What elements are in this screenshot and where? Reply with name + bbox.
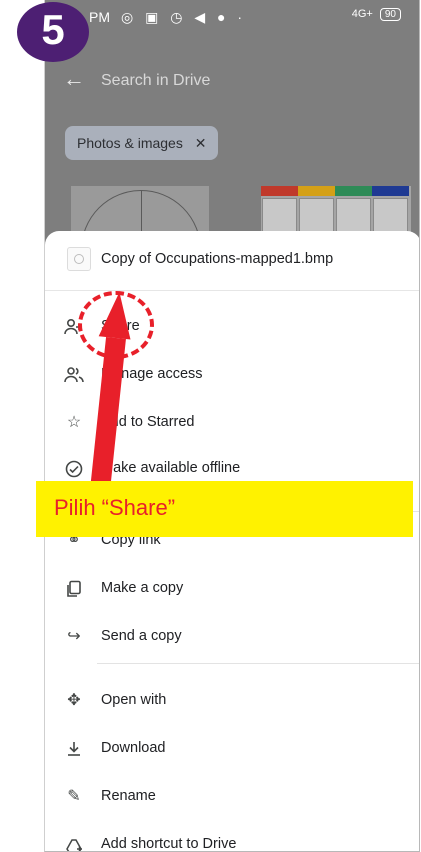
instruction-callout: Pilih “Share” xyxy=(36,481,413,537)
close-icon[interactable]: ✕ xyxy=(195,135,207,151)
rename-icon: ✎ xyxy=(67,788,81,805)
star-icon: ☆ xyxy=(66,414,82,431)
menu-item-open-with[interactable]: ✥ Open with xyxy=(45,677,419,725)
offline-icon xyxy=(64,459,84,479)
status-bar: PM ◎ ▣ ◷ ◀ ● · 4G+ 90 xyxy=(45,0,419,34)
callout-text: Pilih “Share” xyxy=(54,495,176,520)
pointer-arrow-head xyxy=(98,290,136,340)
download-icon xyxy=(64,739,84,759)
back-arrow-icon[interactable]: ← xyxy=(63,66,85,92)
step-number: 5 xyxy=(41,6,65,53)
menu-item-make-copy[interactable]: Make a copy xyxy=(45,565,419,613)
menu-item-label: Make a copy xyxy=(101,580,184,596)
copy-icon xyxy=(64,579,84,599)
shortcut-icon xyxy=(64,835,84,851)
menu-item-label: Download xyxy=(101,740,166,756)
menu-item-send-copy[interactable]: ↪ Send a copy xyxy=(45,613,419,661)
battery-icon: 90 xyxy=(379,8,401,21)
menu-item-label: Add shortcut to Drive xyxy=(101,836,237,852)
menu-item-label: Make available offline xyxy=(101,460,241,476)
file-thumbnail-icon xyxy=(67,247,91,271)
filter-chip-label: Photos & images xyxy=(77,135,183,151)
menu-item-download[interactable]: Download xyxy=(45,725,419,773)
network-label: 4G+ xyxy=(351,8,373,20)
status-right: 4G+ 90 xyxy=(352,8,401,21)
menu-item-label: Send a copy xyxy=(101,628,182,644)
menu-item-label: Rename xyxy=(101,788,156,804)
file-name: Copy of Occupations-mapped1.bmp xyxy=(101,251,334,267)
status-icons: ◎ ▣ ◷ ◀ ● · xyxy=(121,9,246,25)
send-icon: ↪ xyxy=(67,628,81,645)
menu-item-label: Open with xyxy=(101,692,167,708)
open-with-icon: ✥ xyxy=(67,692,81,709)
filter-chip-photos[interactable]: Photos & images ✕ xyxy=(65,126,219,160)
search-bar[interactable]: ← Search in Drive xyxy=(45,58,419,106)
search-input[interactable]: Search in Drive xyxy=(101,72,210,90)
step-number-badge: 5 xyxy=(17,2,89,62)
menu-item-add-shortcut[interactable]: Add shortcut to Drive xyxy=(45,821,419,852)
menu-divider xyxy=(97,663,419,664)
sheet-file-header: Copy of Occupations-mapped1.bmp xyxy=(45,231,419,291)
people-icon xyxy=(64,365,84,385)
status-time: PM xyxy=(89,9,110,25)
menu-item-rename[interactable]: ✎ Rename xyxy=(45,773,419,821)
